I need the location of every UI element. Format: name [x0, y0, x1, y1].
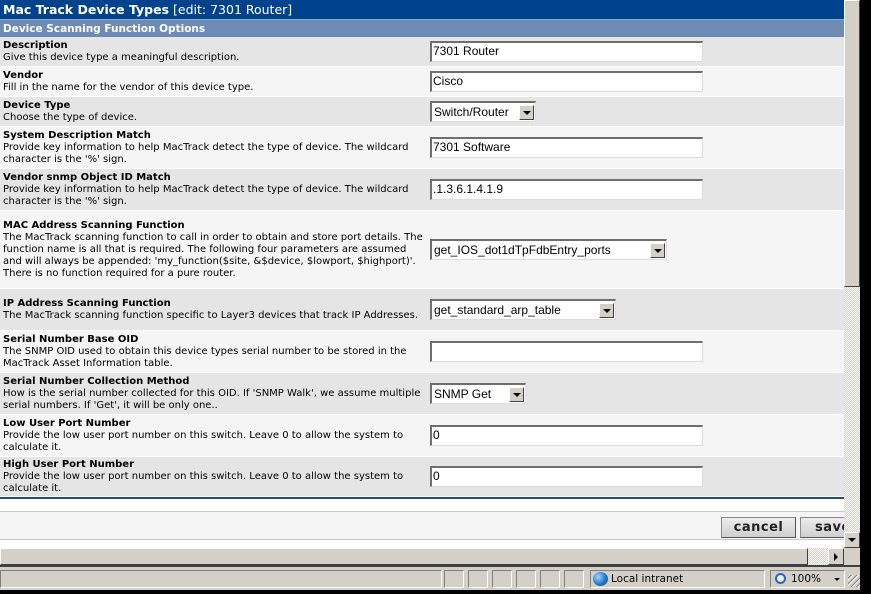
field-description: Choose the type of device.: [3, 111, 138, 123]
serial-collection-method-select[interactable]: SNMP Get: [430, 383, 526, 404]
field-label: Serial Number Collection Method: [3, 375, 190, 387]
form-row-vendor: Vendor Fill in the name for the vendor o…: [0, 67, 844, 97]
form-row-ip-scanning-function: IP Address Scanning Function The MacTrac…: [0, 289, 844, 331]
page-title-edit: [edit: 7301 Router]: [169, 2, 293, 17]
status-pane: [516, 570, 536, 588]
field-label: Vendor: [3, 69, 44, 81]
form-row-vendor-oid-match: Vendor snmp Object ID Match Provide key …: [0, 169, 844, 211]
field-description: The MacTrack scanning function specific …: [3, 309, 419, 321]
chevron-down-icon[interactable]: [519, 104, 534, 120]
horizontal-scrollbar[interactable]: [0, 548, 844, 565]
status-pane: [468, 570, 488, 588]
security-zone[interactable]: Local intranet: [590, 570, 765, 588]
field-label: MAC Address Scanning Function: [3, 219, 185, 231]
mac-scanning-function-value: get_IOS_dot1dTpFdbEntry_ports: [434, 243, 611, 257]
vendor-input[interactable]: Cisco: [430, 71, 703, 92]
action-bar: cancel save: [0, 512, 844, 540]
page-title-main: Mac Track Device Types: [3, 2, 170, 17]
status-pane: [492, 570, 512, 588]
mac-scanning-function-select[interactable]: get_IOS_dot1dTpFdbEntry_ports: [430, 239, 667, 260]
magnifier-icon: [775, 573, 786, 584]
field-description: Provide key information to help MacTrack…: [3, 141, 409, 165]
low-user-port-input[interactable]: 0: [430, 425, 703, 446]
status-text-pane: [0, 570, 442, 588]
ip-scanning-function-select[interactable]: get_standard_arp_table: [430, 299, 616, 320]
globe-icon: [593, 572, 608, 586]
field-label: Vendor snmp Object ID Match: [3, 171, 171, 183]
form-row-low-user-port: Low User Port Number Provide the low use…: [0, 415, 844, 457]
resize-grip-icon[interactable]: [848, 575, 860, 587]
form-table: Description Give this device type a mean…: [0, 37, 844, 497]
field-description: Give this device type a meaningful descr…: [3, 51, 240, 63]
section-header: Device Scanning Function Options: [0, 19, 844, 37]
vertical-scrollbar[interactable]: [844, 0, 860, 548]
form-row-system-description-match: System Description Match Provide key inf…: [0, 127, 844, 169]
form-row-high-user-port: High User Port Number Provide the low us…: [0, 457, 844, 497]
serial-base-oid-input[interactable]: [430, 341, 703, 362]
zoom-level: 100%: [791, 573, 822, 585]
chevron-down-icon[interactable]: [509, 386, 524, 402]
device-type-value: Switch/Router: [434, 105, 509, 119]
field-label: High User Port Number: [3, 458, 134, 470]
chevron-down-icon[interactable]: [834, 578, 840, 581]
description-input[interactable]: 7301 Router: [430, 41, 703, 62]
form-row-serial-collection-method: Serial Number Collection Method How is t…: [0, 373, 844, 415]
vertical-scroll-thumb[interactable]: [844, 0, 860, 287]
status-bar: Local intranet 100%: [0, 565, 860, 590]
form-row-description: Description Give this device type a mean…: [0, 37, 844, 67]
field-label: System Description Match: [3, 129, 151, 141]
scroll-down-arrow-icon[interactable]: [844, 532, 860, 548]
security-zone-label: Local intranet: [611, 573, 684, 585]
field-description: How is the serial number collected for t…: [3, 387, 421, 411]
form-row-device-type: Device Type Choose the type of device. S…: [0, 97, 844, 127]
field-description: Provide the low user port number on this…: [3, 429, 404, 453]
chevron-down-icon[interactable]: [599, 302, 614, 318]
chevron-down-icon[interactable]: [650, 242, 665, 258]
field-description: Provide key information to help MacTrack…: [3, 183, 409, 207]
horizontal-scroll-thumb[interactable]: [0, 548, 808, 565]
form-row-serial-base-oid: Serial Number Base OID The SNMP OID used…: [0, 331, 844, 373]
status-pane: [444, 570, 464, 588]
browser-viewport: Mac Track Device Types [edit: 7301 Route…: [0, 0, 844, 548]
field-description: Fill in the name for the vendor of this …: [3, 81, 254, 93]
serial-collection-method-value: SNMP Get: [434, 387, 492, 401]
field-description: The MacTrack scanning function to call i…: [3, 231, 423, 279]
ip-scanning-function-value: get_standard_arp_table: [434, 303, 561, 317]
field-description: The SNMP OID used to obtain this device …: [3, 345, 407, 369]
status-pane: [540, 570, 560, 588]
field-label: Low User Port Number: [3, 417, 131, 429]
scroll-right-arrow-icon[interactable]: [828, 548, 844, 565]
zoom-control[interactable]: 100%: [770, 570, 845, 588]
field-label: Description: [3, 39, 68, 51]
status-pane: [564, 570, 584, 588]
page-title: Mac Track Device Types [edit: 7301 Route…: [0, 0, 844, 19]
field-label: Serial Number Base OID: [3, 333, 139, 345]
field-description: Provide the low user port number on this…: [3, 470, 404, 494]
high-user-port-input[interactable]: 0: [430, 466, 703, 487]
field-label: IP Address Scanning Function: [3, 297, 171, 309]
form-row-mac-scanning-function: MAC Address Scanning Function The MacTra…: [0, 211, 844, 289]
field-label: Device Type: [3, 99, 71, 111]
system-description-match-input[interactable]: 7301 Software: [430, 137, 703, 158]
save-button[interactable]: save: [800, 517, 844, 538]
vendor-oid-match-input[interactable]: .1.3.6.1.4.1.9: [430, 179, 703, 200]
device-type-select[interactable]: Switch/Router: [430, 101, 536, 122]
cancel-button[interactable]: cancel: [721, 517, 796, 538]
